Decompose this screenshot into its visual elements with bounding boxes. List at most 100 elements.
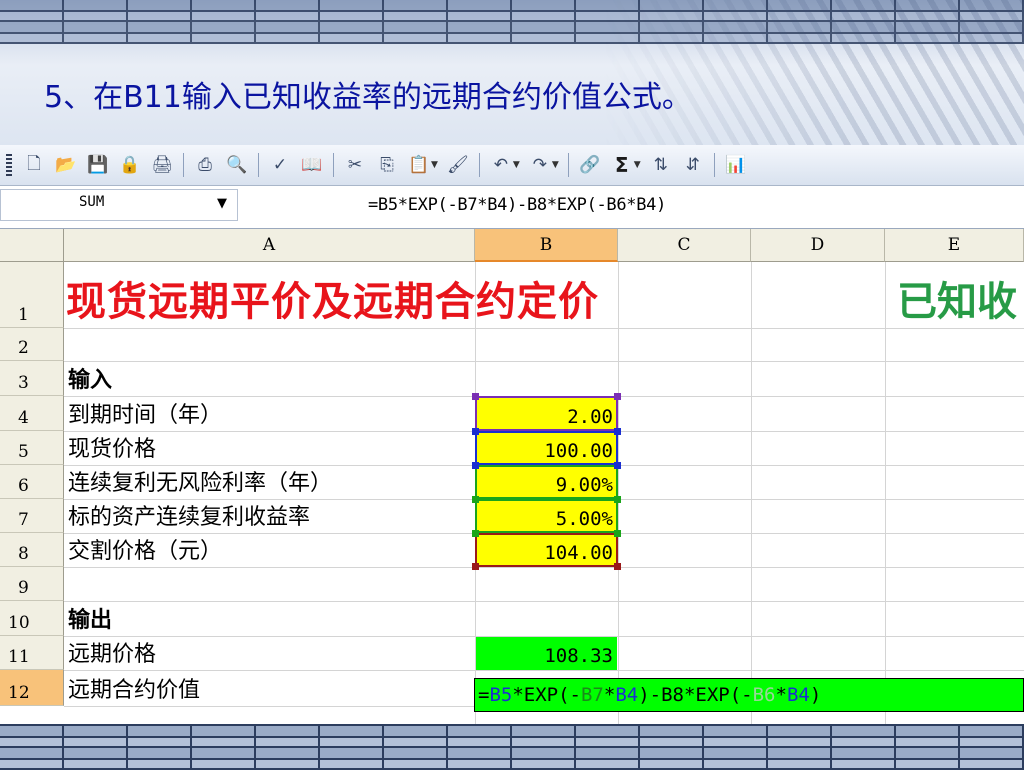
cut-icon[interactable]: ✂ [343, 153, 367, 177]
cell-a12[interactable]: 远期合约价值 [68, 670, 200, 706]
row-header-5[interactable]: 5 [0, 431, 64, 465]
cell-a11[interactable]: 远期价格 [68, 636, 156, 670]
reference-handle[interactable] [614, 428, 621, 435]
chevron-down-icon[interactable]: ▼ [634, 160, 641, 170]
format-painter-icon[interactable]: 🖌 [446, 153, 470, 177]
row-header-12[interactable]: 12 [0, 670, 64, 706]
cell-a7[interactable]: 标的资产连续复利收益率 [68, 499, 310, 533]
reference-border-b7 [475, 499, 618, 533]
gridline [751, 262, 752, 724]
reference-border-b5 [475, 431, 618, 465]
column-header-a[interactable]: A [64, 229, 475, 262]
save-icon[interactable]: 💾 [86, 153, 110, 177]
chevron-down-icon[interactable]: ▼ [552, 160, 559, 170]
formula-part: )-B8*EXP(- [638, 684, 753, 706]
cell-a1[interactable]: 现货远期平价及远期合约定价 [66, 262, 599, 328]
toolbar-separator [258, 153, 259, 177]
research-icon[interactable]: 📖 [300, 153, 324, 177]
preview-icon[interactable]: 🔍 [225, 153, 249, 177]
name-box[interactable]: SUM ▼ [0, 189, 238, 221]
formula-ref-b7: B7 [580, 684, 604, 706]
formula-ref-b5: B5 [489, 684, 513, 706]
gridline [64, 328, 1024, 329]
cell-a3[interactable]: 输入 [68, 361, 112, 396]
spelling-icon[interactable]: ✓ [268, 153, 292, 177]
row-header-10[interactable]: 10 [0, 601, 64, 636]
reference-border-b4 [475, 396, 618, 431]
toolbar-separator [333, 153, 334, 177]
cell-a10[interactable]: 输出 [68, 601, 112, 636]
reference-handle[interactable] [614, 563, 621, 570]
cell-b11[interactable]: 108.33 [476, 637, 617, 670]
column-header-c[interactable]: C [618, 229, 751, 262]
chevron-down-icon[interactable]: ▼ [431, 160, 438, 170]
row-header-3[interactable]: 3 [0, 361, 64, 396]
column-header-e[interactable]: E [885, 229, 1024, 262]
row-header-9[interactable]: 9 [0, 567, 64, 601]
slide-banner: 5、在B11输入已知收益率的远期合约价值公式。 [0, 0, 1024, 145]
sort-ascending-icon[interactable]: ⇅ [649, 153, 673, 177]
formula-bar: SUM ▼ =B5*EXP(-B7*B4)-B8*EXP(-B6*B4) [0, 186, 1024, 229]
print-preview-icon[interactable]: 🖨 [150, 153, 174, 177]
reference-handle[interactable] [614, 462, 621, 469]
select-all-corner[interactable] [0, 229, 64, 262]
reference-border-b6 [475, 465, 618, 499]
cell-b12-editor[interactable]: = B5 *EXP(- B7 * B4)-B8*EXP(- B6 * B4) [474, 678, 1024, 712]
reference-handle[interactable] [614, 496, 621, 503]
formula-part: ) [809, 684, 822, 706]
row-header-1[interactable]: 1 [0, 262, 64, 328]
sort-descending-icon[interactable]: ⇵ [681, 153, 705, 177]
column-header-d[interactable]: D [751, 229, 885, 262]
paste-icon[interactable]: 📋 [407, 153, 431, 177]
hyperlink-icon[interactable]: 🔗 [578, 153, 602, 177]
copy-icon[interactable]: ⎘ [375, 153, 399, 177]
row-header-2[interactable]: 2 [0, 328, 64, 361]
toolbar-separator [713, 153, 715, 177]
row-header-7[interactable]: 7 [0, 499, 64, 533]
formula-input[interactable]: =B5*EXP(-B7*B4)-B8*EXP(-B6*B4) [368, 195, 666, 215]
cell-a4[interactable]: 到期时间（年） [68, 396, 222, 431]
reference-handle[interactable] [472, 563, 479, 570]
autosum-icon[interactable]: Σ [610, 153, 634, 177]
toolbar-separator [567, 153, 569, 177]
row-header-11[interactable]: 11 [0, 636, 64, 670]
reference-handle[interactable] [472, 393, 479, 400]
reference-handle[interactable] [472, 530, 479, 537]
gridline [64, 567, 1024, 568]
gridline [618, 262, 619, 724]
reference-handle[interactable] [614, 393, 621, 400]
cell-e1[interactable]: 已知收 [897, 262, 1017, 328]
toolbar-separator [183, 153, 184, 177]
undo-icon[interactable]: ↶ [489, 153, 513, 177]
reference-border-b8 [475, 533, 618, 567]
reference-handle[interactable] [614, 530, 621, 537]
formula-ref-b4: B4 [786, 684, 810, 706]
chevron-down-icon[interactable]: ▼ [513, 160, 520, 170]
chart-icon[interactable]: 📊 [724, 153, 748, 177]
cell-a5[interactable]: 现货价格 [68, 431, 156, 465]
redo-icon[interactable]: ↷ [528, 153, 552, 177]
worksheet-grid: A B C D E 1 2 3 4 5 6 7 8 9 10 11 12 现货远… [0, 229, 1024, 724]
new-icon[interactable]: 🗋 [22, 153, 46, 177]
reference-handle[interactable] [472, 462, 479, 469]
formula-part: = [478, 684, 490, 706]
column-header-b[interactable]: B [475, 229, 618, 262]
cell-a8[interactable]: 交割价格（元） [68, 533, 222, 567]
slide-footer [0, 724, 1024, 770]
reference-handle[interactable] [472, 428, 479, 435]
row-header-6[interactable]: 6 [0, 465, 64, 499]
gridline [64, 361, 1024, 362]
row-header-8[interactable]: 8 [0, 533, 64, 567]
cell-a6[interactable]: 连续复利无风险利率（年） [68, 465, 332, 499]
print-icon[interactable]: ⎙ [193, 153, 217, 177]
reference-handle[interactable] [472, 496, 479, 503]
gridline [64, 601, 1024, 602]
permission-icon[interactable]: 🔒 [118, 153, 142, 177]
open-icon[interactable]: 📂 [54, 153, 78, 177]
row-header-4[interactable]: 4 [0, 396, 64, 431]
formula-part: *EXP(- [512, 684, 581, 706]
formula-ref-b6: B6 [752, 684, 776, 706]
gridline [64, 670, 1024, 671]
toolbar-grip[interactable] [6, 154, 12, 176]
chevron-down-icon[interactable]: ▼ [217, 196, 227, 211]
